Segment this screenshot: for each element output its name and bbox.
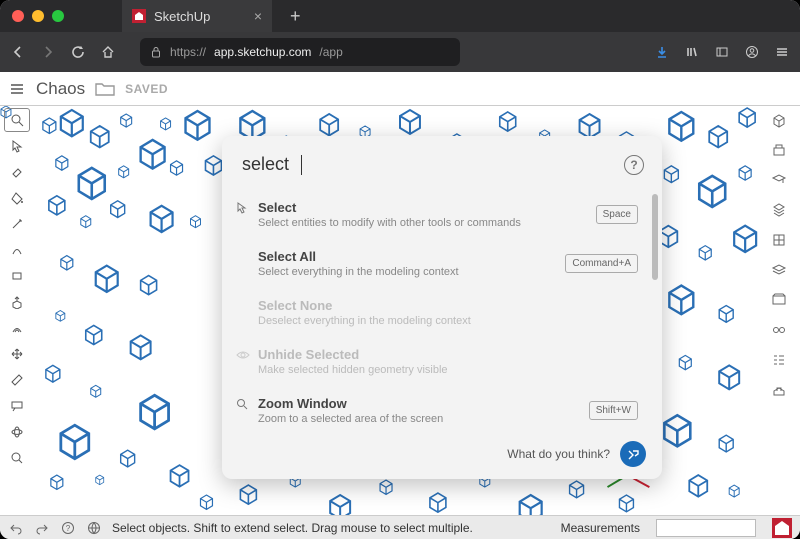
help-icon[interactable]: ?	[624, 155, 644, 175]
fullscreen-window-button[interactable]	[52, 10, 64, 22]
right-panel	[766, 108, 796, 402]
feedback-label: What do you think?	[507, 447, 610, 461]
result-unhide-selected: Unhide Selected Make selected hidden geom…	[222, 337, 656, 386]
macos-titlebar: SketchUp × +	[0, 0, 800, 32]
tape-measure-tool[interactable]	[4, 368, 30, 392]
sketchup-favicon	[132, 9, 146, 23]
zoom-tool[interactable]	[4, 446, 30, 470]
result-select-none: Select None Deselect everything in the mo…	[222, 288, 656, 337]
result-title: Select	[258, 200, 586, 215]
search-results: Select Select entities to modify with oth…	[222, 190, 662, 435]
select-tool[interactable]	[4, 134, 30, 158]
help-status-icon[interactable]: ?	[60, 520, 76, 536]
project-title: Chaos	[36, 79, 85, 99]
result-select[interactable]: Select Select entities to modify with oth…	[222, 190, 656, 239]
result-title: Select None	[258, 298, 638, 313]
move-tool[interactable]	[4, 342, 30, 366]
redo-button[interactable]	[34, 520, 50, 536]
result-desc: Select entities to modify with other too…	[258, 217, 586, 229]
result-desc: Make selected hidden geometry visible	[258, 364, 638, 376]
text-caret	[301, 155, 302, 175]
download-button[interactable]	[654, 44, 670, 60]
browser-tab[interactable]: SketchUp ×	[122, 0, 272, 32]
close-window-button[interactable]	[12, 10, 24, 22]
forward-button[interactable]	[40, 44, 56, 60]
shortcut-badge: Space	[596, 205, 638, 224]
unhide-icon	[236, 349, 250, 363]
layers-icon[interactable]	[766, 258, 792, 282]
hamburger-button[interactable]	[8, 80, 26, 98]
materials-icon[interactable]	[766, 228, 792, 252]
result-desc: Select everything in the modeling contex…	[258, 266, 555, 278]
undo-button[interactable]	[8, 520, 24, 536]
text-tool[interactable]	[4, 394, 30, 418]
close-tab-button[interactable]: ×	[254, 8, 262, 24]
menu-button[interactable]	[774, 44, 790, 60]
url-bar[interactable]: https:// app.sketchup.com/app	[140, 38, 460, 66]
tab-title: SketchUp	[154, 9, 210, 24]
measurements-input[interactable]	[656, 519, 756, 537]
lock-icon	[150, 46, 162, 58]
url-path: /app	[319, 45, 342, 59]
shortcut-badge: Command+A	[565, 254, 638, 273]
minimize-window-button[interactable]	[32, 10, 44, 22]
sketchup-header: Chaos SAVED	[0, 72, 800, 106]
result-title: Zoom Window	[258, 396, 579, 411]
left-toolbar	[4, 108, 34, 470]
account-button[interactable]	[744, 44, 760, 60]
instructor-icon[interactable]	[766, 138, 792, 162]
search-input[interactable]: select	[242, 154, 289, 175]
outliner-icon[interactable]	[766, 348, 792, 372]
arc-tool[interactable]	[4, 238, 30, 262]
saved-label: SAVED	[125, 82, 168, 96]
paint-bucket-tool[interactable]	[4, 186, 30, 210]
url-scheme: https://	[170, 45, 206, 59]
main-canvas-area: select ? Select Select entities to modify…	[0, 106, 800, 515]
language-icon[interactable]	[86, 520, 102, 536]
new-tab-button[interactable]: +	[280, 6, 311, 27]
home-button[interactable]	[100, 44, 116, 60]
reload-button[interactable]	[70, 44, 86, 60]
orbit-tool[interactable]	[4, 420, 30, 444]
offset-tool[interactable]	[4, 316, 30, 340]
display-icon[interactable]	[766, 318, 792, 342]
line-tool[interactable]	[4, 212, 30, 236]
search-tool[interactable]	[4, 108, 30, 132]
url-domain: app.sketchup.com	[214, 45, 311, 59]
measurements-label: Measurements	[561, 521, 640, 535]
status-bar: ? Select objects. Shift to extend select…	[0, 515, 800, 539]
pointer-icon	[236, 202, 250, 216]
sidebar-button[interactable]	[714, 44, 730, 60]
library-button[interactable]	[684, 44, 700, 60]
shortcut-badge: Shift+W	[589, 401, 638, 420]
result-desc: Zoom to a selected area of the screen	[258, 413, 579, 425]
grad-cap-icon[interactable]	[766, 168, 792, 192]
eraser-tool[interactable]	[4, 160, 30, 184]
result-title: Select All	[258, 249, 555, 264]
components-icon[interactable]	[766, 198, 792, 222]
result-zoom-window[interactable]: Zoom Window Zoom to a selected area of th…	[222, 386, 656, 435]
status-hint: Select objects. Shift to extend select. …	[112, 521, 551, 535]
result-title: Unhide Selected	[258, 347, 638, 362]
search-popup: select ? Select Select entities to modify…	[222, 136, 662, 479]
browser-toolbar: https:// app.sketchup.com/app	[0, 32, 800, 72]
3d-warehouse-icon[interactable]	[766, 378, 792, 402]
sketchup-logo-icon	[772, 518, 792, 538]
push-pull-tool[interactable]	[4, 290, 30, 314]
svg-text:?: ?	[66, 524, 71, 533]
rectangle-tool[interactable]	[4, 264, 30, 288]
result-select-all[interactable]: Select All Select everything in the model…	[222, 239, 656, 288]
zoom-window-icon	[236, 398, 250, 412]
feedback-button[interactable]	[620, 441, 646, 467]
entity-info-icon[interactable]	[766, 108, 792, 132]
folder-icon[interactable]	[95, 81, 115, 97]
back-button[interactable]	[10, 44, 26, 60]
scenes-icon[interactable]	[766, 288, 792, 312]
result-desc: Deselect everything in the modeling cont…	[258, 315, 638, 327]
